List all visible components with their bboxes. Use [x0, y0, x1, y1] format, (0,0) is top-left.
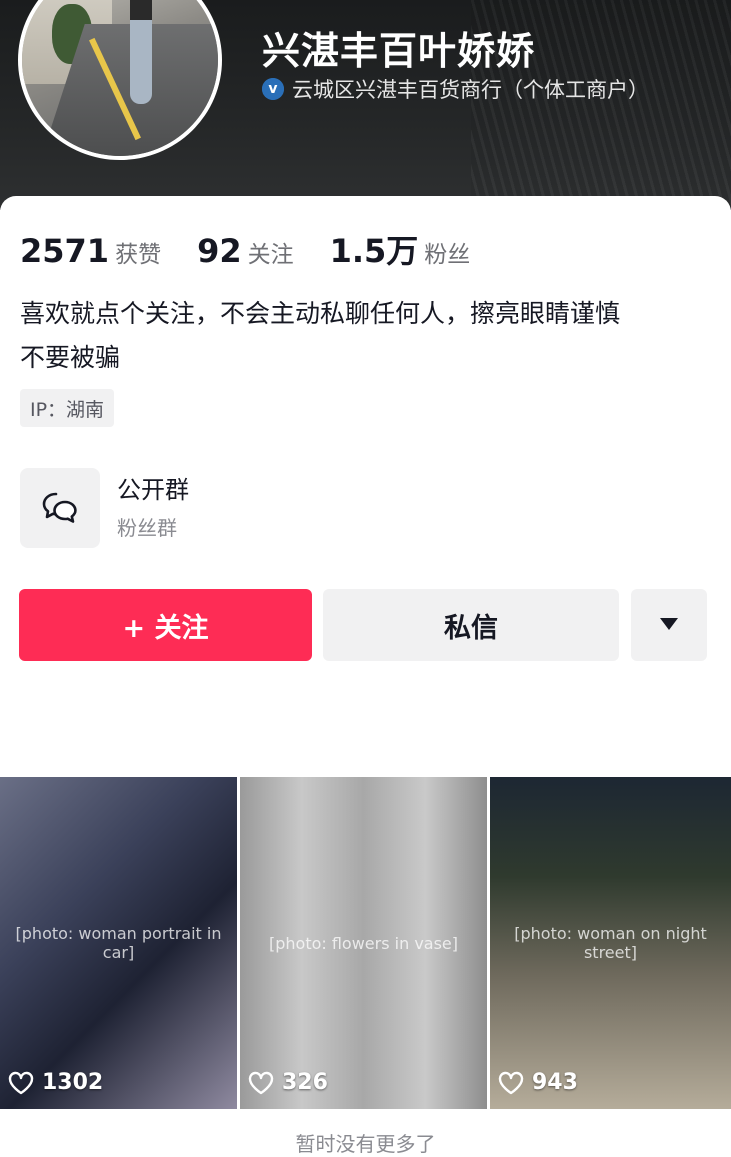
- video-tile[interactable]: [photo: flowers in vase] 326: [240, 777, 487, 1109]
- chat-bubbles-icon: [20, 468, 100, 548]
- heart-icon: [248, 1071, 274, 1094]
- verification-row[interactable]: v 云城区兴湛丰百货商行（个体工商户）: [262, 74, 649, 104]
- video-like-value: 1302: [42, 1070, 104, 1095]
- video-like-count: 943: [498, 1070, 578, 1095]
- video-like-count: 326: [248, 1070, 328, 1095]
- avatar[interactable]: [18, 0, 222, 160]
- fan-group-title: 公开群: [117, 476, 189, 504]
- bio-line-2: 不要被骗: [20, 343, 121, 372]
- followers-count[interactable]: 1.5万: [330, 226, 419, 272]
- follow-button[interactable]: + 关注: [19, 589, 312, 661]
- avatar-photo-person: [130, 0, 152, 104]
- video-grid: [photo: woman portrait in car] 1302 [pho…: [0, 777, 731, 1109]
- more-options-button[interactable]: [631, 589, 707, 661]
- video-thumbnail: [photo: woman portrait in car]: [0, 777, 237, 1109]
- video-like-value: 943: [532, 1070, 578, 1095]
- profile-name: 兴湛丰百叶娇娇: [262, 29, 536, 73]
- video-thumbnail: [photo: woman on night street]: [490, 777, 731, 1109]
- no-more-content-text: 暂时没有更多了: [295, 1132, 436, 1156]
- ip-location-tag: IP：湖南: [20, 389, 115, 427]
- video-tile[interactable]: [photo: woman portrait in car] 1302: [0, 777, 237, 1109]
- verified-badge-icon: v: [262, 78, 284, 100]
- video-like-count: 1302: [8, 1070, 103, 1095]
- followers-label[interactable]: 粉丝: [424, 235, 470, 269]
- video-tile[interactable]: [photo: woman on night street] 943: [490, 777, 731, 1109]
- video-like-value: 326: [282, 1070, 328, 1095]
- verification-text: 云城区兴湛丰百货商行（个体工商户）: [292, 78, 649, 102]
- fan-group-entry[interactable]: 公开群 粉丝群: [20, 468, 189, 548]
- stats-row: 2571 获赞 92 关注 1.5万 粉丝: [20, 226, 506, 272]
- message-button[interactable]: 私信: [323, 589, 619, 661]
- heart-icon: [498, 1071, 524, 1094]
- triangle-down-icon: [659, 616, 679, 635]
- fan-group-text: 公开群 粉丝群: [117, 472, 189, 544]
- video-thumbnail: [photo: flowers in vase]: [240, 777, 487, 1109]
- following-count[interactable]: 92: [197, 232, 242, 270]
- bio: 喜欢就点个关注，不会主动私聊任何人，擦亮眼睛谨慎 不要被骗: [20, 292, 710, 380]
- profile-header: 兴湛丰百叶娇娇 v 云城区兴湛丰百货商行（个体工商户）: [0, 0, 731, 210]
- fan-group-subtitle: 粉丝群: [117, 516, 177, 540]
- likes-count: 2571: [20, 232, 110, 270]
- bio-line-1: 喜欢就点个关注，不会主动私聊任何人，擦亮眼睛谨慎: [20, 299, 621, 328]
- likes-label: 获赞: [115, 242, 162, 268]
- heart-icon: [8, 1071, 34, 1094]
- following-label[interactable]: 关注: [248, 235, 294, 269]
